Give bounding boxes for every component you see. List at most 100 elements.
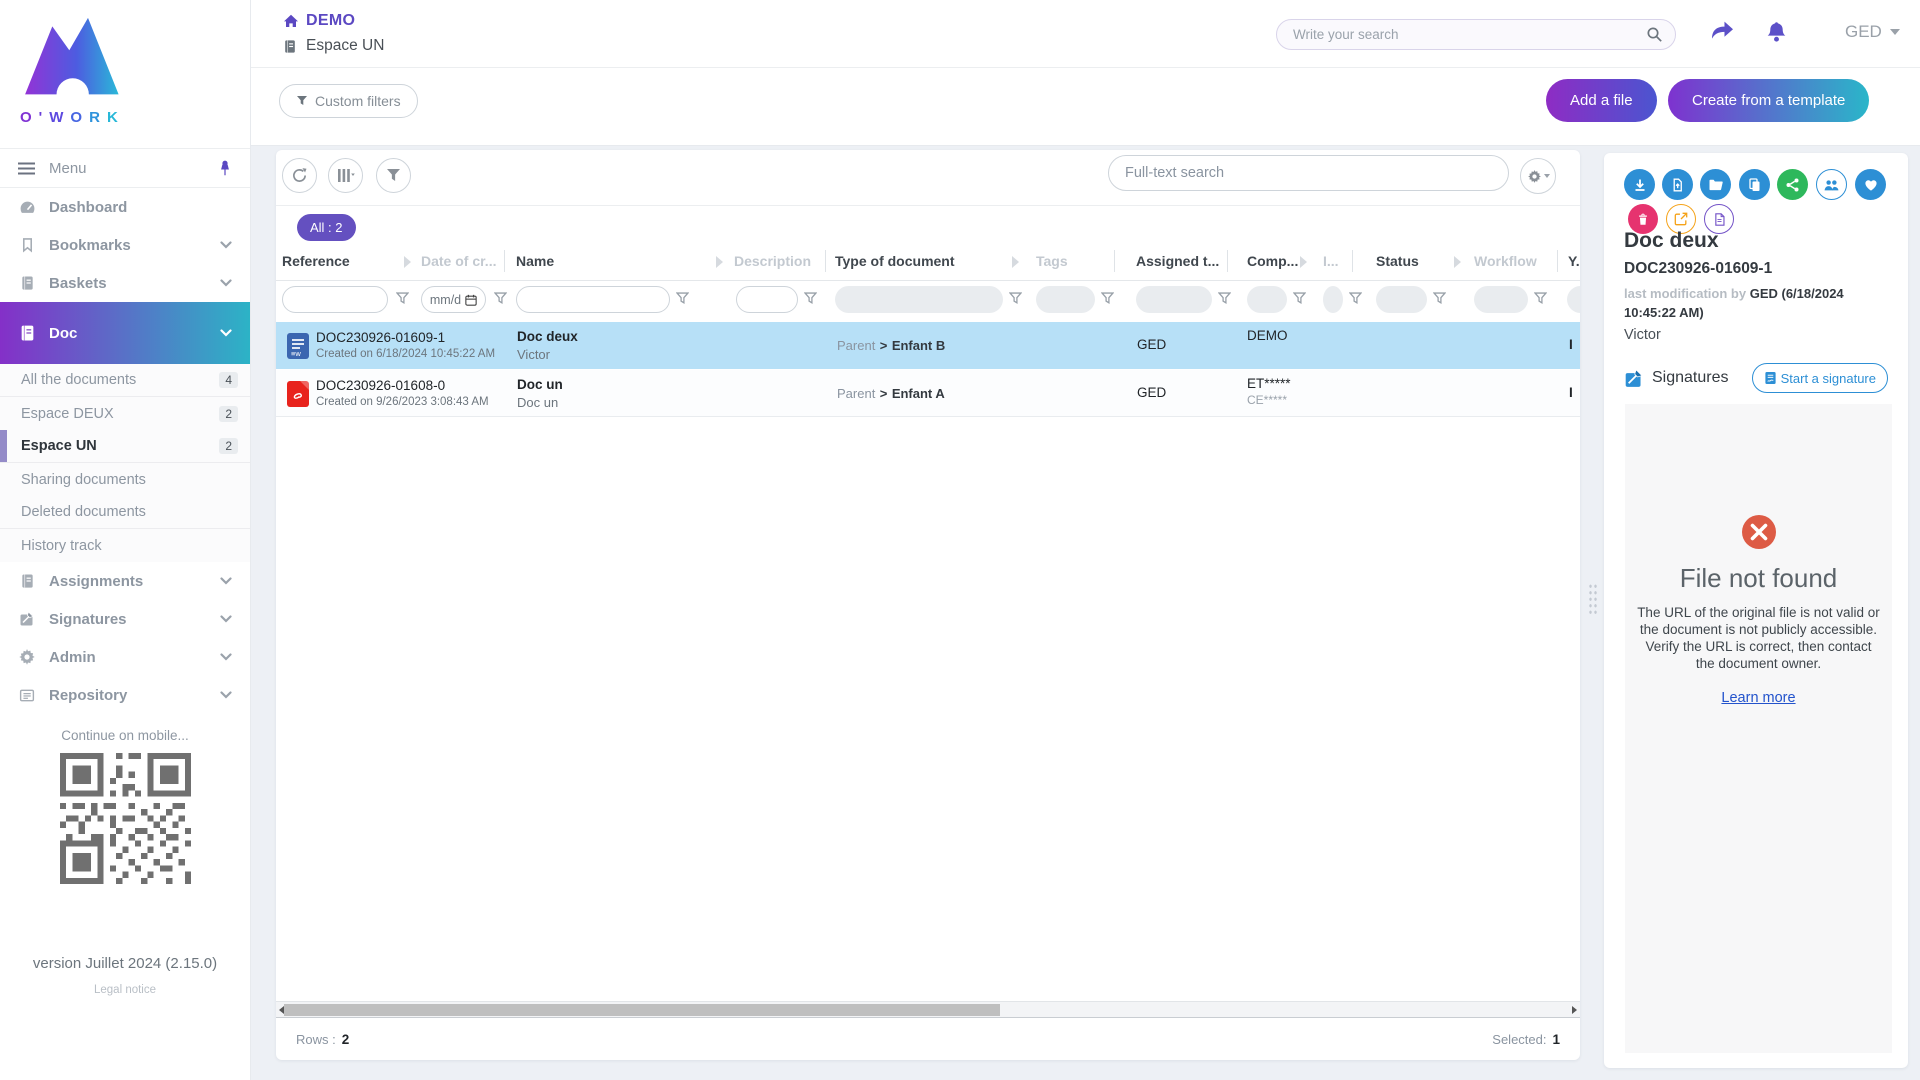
submenu-espace-deux[interactable]: Espace DEUX 2 (0, 397, 250, 430)
all-filter-pill[interactable]: All : 2 (297, 214, 356, 241)
row-name: Doc un (517, 377, 563, 392)
sidebar-item-repository[interactable]: Repository (0, 676, 250, 714)
sort-arrow-icon[interactable] (1300, 256, 1307, 268)
submenu-sharing-documents[interactable]: Sharing documents (0, 463, 250, 496)
row-created: Created on 6/18/2024 10:45:22 AM (316, 348, 495, 360)
submenu-all-documents[interactable]: All the documents 4 (0, 364, 250, 397)
count-badge: 2 (219, 438, 238, 454)
chevron-down-icon (220, 279, 232, 287)
refresh-button[interactable] (282, 158, 317, 193)
table-row[interactable]: ≡w DOC230926-01609-1 Created on 6/18/202… (276, 322, 1580, 369)
submenu-deleted-documents[interactable]: Deleted documents (0, 496, 250, 529)
learn-more-link[interactable]: Learn more (1721, 690, 1795, 706)
filter-button[interactable] (376, 158, 411, 193)
scroll-right-icon[interactable] (1572, 1006, 1577, 1014)
sidebar-menu-toggle[interactable]: Menu (0, 148, 250, 188)
funnel-icon[interactable] (494, 292, 507, 305)
breadcrumb[interactable]: DEMO (283, 12, 355, 30)
chevron-down-icon (220, 653, 232, 661)
funnel-icon[interactable] (804, 292, 817, 305)
share-forward-icon[interactable] (1710, 20, 1735, 41)
upload-file-button[interactable] (1662, 169, 1693, 200)
column-header-description[interactable]: Description (734, 253, 811, 269)
sidebar-item-admin[interactable]: Admin (0, 638, 250, 676)
sidebar-item-label: Admin (49, 649, 220, 666)
sidebar-item-label: Signatures (49, 611, 220, 628)
sidebar-item-baskets[interactable]: Baskets (0, 264, 250, 302)
column-header-y[interactable]: Y... (1568, 253, 1580, 269)
search-icon[interactable] (1646, 26, 1663, 43)
funnel-icon[interactable] (1349, 292, 1362, 305)
divider (504, 250, 505, 272)
panel-resize-handle[interactable] (1588, 583, 1598, 615)
funnel-icon[interactable] (1534, 292, 1547, 305)
sidebar-item-assignments[interactable]: Assignments (0, 562, 250, 600)
sidebar-item-dashboard[interactable]: Dashboard (0, 188, 250, 226)
columns-button[interactable] (328, 158, 363, 193)
custom-filters-button[interactable]: Custom filters (279, 84, 418, 118)
submenu-history-track[interactable]: History track (0, 529, 250, 562)
sort-arrow-icon[interactable] (716, 256, 723, 268)
column-header-tags[interactable]: Tags (1036, 253, 1068, 269)
filter-name-input[interactable] (517, 287, 669, 312)
share-button[interactable] (1777, 169, 1808, 200)
divider (276, 280, 1580, 281)
file-not-found-title: File not found (1625, 563, 1892, 594)
submenu-espace-un[interactable]: Espace UN 2 (0, 430, 250, 463)
favorite-heart-button[interactable] (1855, 169, 1886, 200)
sort-arrow-icon[interactable] (404, 256, 411, 268)
column-header-assigned[interactable]: Assigned t... (1136, 253, 1219, 269)
sidebar-item-signatures[interactable]: Signatures (0, 600, 250, 638)
sidebar-item-doc[interactable]: Doc (0, 302, 250, 364)
panel-document-title: Doc deux (1624, 229, 1719, 253)
row-assigned: GED (1137, 385, 1166, 400)
user-menu[interactable]: GED (1845, 22, 1900, 42)
space-breadcrumb: Espace UN (283, 37, 384, 55)
add-file-button[interactable]: Add a file (1546, 79, 1657, 122)
column-header-i[interactable]: I... (1323, 253, 1339, 269)
funnel-icon[interactable] (1433, 292, 1446, 305)
notification-bell-icon[interactable] (1765, 20, 1788, 44)
column-header-reference[interactable]: Reference (282, 253, 350, 269)
open-folder-button[interactable] (1700, 169, 1731, 200)
sort-arrow-icon[interactable] (1012, 256, 1019, 268)
pin-icon[interactable] (218, 160, 232, 176)
global-search-input[interactable] (1293, 27, 1646, 42)
funnel-icon[interactable] (1009, 292, 1022, 305)
funnel-icon[interactable] (396, 292, 409, 305)
fulltext-search-input[interactable] (1125, 165, 1492, 181)
copy-button[interactable] (1739, 169, 1770, 200)
start-signature-button[interactable]: Start a signature (1752, 363, 1888, 393)
calendar-icon[interactable] (465, 294, 477, 306)
create-from-template-button[interactable]: Create from a template (1668, 79, 1869, 122)
funnel-icon[interactable] (1101, 292, 1114, 305)
signature-icon (18, 611, 36, 627)
funnel-icon[interactable] (1293, 292, 1306, 305)
column-header-type[interactable]: Type of document (835, 253, 955, 269)
document-detail-panel: Doc deux DOC230926-01609-1 last modifica… (1604, 153, 1908, 1068)
users-button[interactable] (1816, 169, 1847, 200)
filter-date[interactable]: mm/d (421, 286, 486, 313)
funnel-icon[interactable] (1218, 292, 1231, 305)
column-header-company[interactable]: Comp... (1247, 253, 1298, 269)
signature-icon (1624, 369, 1644, 388)
sort-arrow-icon[interactable] (1454, 256, 1461, 268)
sidebar-item-bookmarks[interactable]: Bookmarks (0, 226, 250, 264)
home-icon (283, 14, 299, 28)
filter-reference (282, 286, 388, 313)
column-header-status[interactable]: Status (1376, 253, 1419, 269)
column-header-date[interactable]: Date of cr... (421, 253, 496, 269)
table-settings-button[interactable] (1520, 158, 1556, 194)
filter-description-input[interactable] (737, 287, 797, 312)
column-header-workflow[interactable]: Workflow (1474, 253, 1537, 269)
horizontal-scrollbar[interactable] (276, 1001, 1580, 1018)
column-header-name[interactable]: Name (516, 253, 554, 269)
legal-notice-link[interactable]: Legal notice (0, 984, 250, 996)
filter-reference-input[interactable] (283, 287, 387, 312)
download-button[interactable] (1624, 169, 1655, 200)
filter-type-disabled (835, 286, 1003, 313)
funnel-icon[interactable] (676, 292, 689, 305)
table-row[interactable]: DOC230926-01608-0 Created on 9/26/2023 3… (276, 370, 1580, 417)
row-type: Parent > Enfant B (837, 337, 945, 355)
scrollbar-thumb[interactable] (284, 1004, 1000, 1016)
